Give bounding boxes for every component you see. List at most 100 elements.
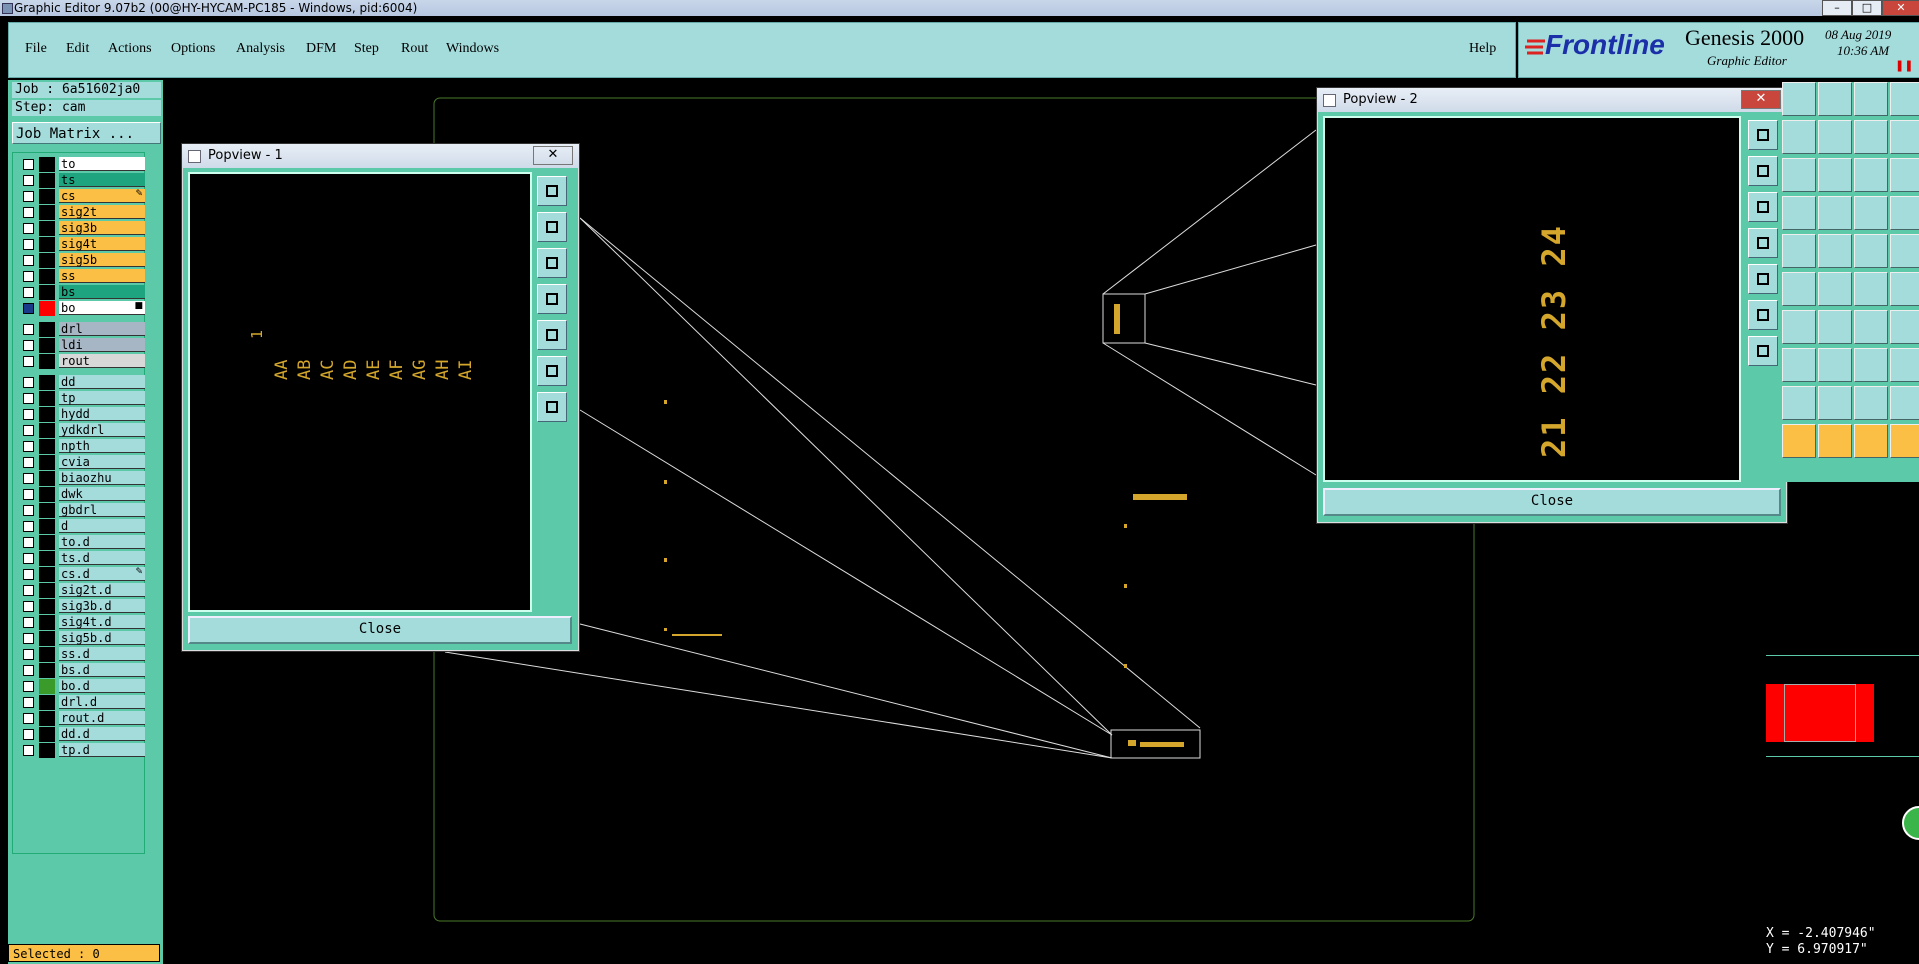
pan-left-icon [546,293,558,305]
node-icon[interactable] [1890,272,1919,306]
popview-2-canvas[interactable]: 21 22 23 24 [1323,116,1741,482]
pan-down-icon[interactable] [537,248,567,278]
select-icon[interactable] [1782,424,1816,458]
zoom-home-icon[interactable] [1748,120,1778,150]
ruler-icon[interactable] [1782,158,1816,192]
snapshot-icon[interactable] [1818,82,1852,116]
popview-2-numbers: 21 22 23 24 [1535,224,1573,458]
pointer2-icon[interactable] [1854,424,1888,458]
popview-1-label: AC [318,359,338,380]
popview-1-titlebar[interactable]: Popview - 1 ✕ [182,144,579,168]
zoom-fit-icon[interactable] [537,392,567,422]
home-icon[interactable] [1854,82,1888,116]
window-icon [188,150,201,163]
slash-icon[interactable] [1818,310,1852,344]
zoom-in-icon [1757,309,1769,321]
cursor-coordinates: X = -2.407946" Y = 6.970917" [1766,926,1919,964]
pan-icon[interactable] [1818,158,1852,192]
popview-1-number: 1 [248,329,266,339]
align-icon[interactable] [1854,348,1888,382]
overview-panel [1766,655,1919,926]
pan-up-icon [1757,165,1769,177]
save-icon[interactable] [1818,120,1852,154]
status-indicator-icon[interactable] [1902,806,1919,840]
popview-1-title: Popview - 1 [208,148,283,163]
coord-x: X = -2.407946" [1766,926,1876,941]
help-icon[interactable] [1890,158,1919,192]
layers-icon[interactable] [1854,196,1888,230]
cursor-icon[interactable] [1782,234,1816,268]
cut-icon[interactable] [1782,348,1816,382]
zoom-fit-icon[interactable] [1748,336,1778,366]
pan-up-icon[interactable] [1748,156,1778,186]
pad-icon[interactable] [1890,234,1919,268]
popview-2-window[interactable]: Popview - 2 ✕ 21 22 23 24 Close [1316,87,1788,524]
probe-icon[interactable] [1818,196,1852,230]
delete-icon[interactable] [1818,272,1852,306]
tri-icon[interactable] [1782,386,1816,420]
popview-1-label: AF [387,359,407,380]
pan-down-icon[interactable] [1748,192,1778,222]
popview-1-canvas[interactable]: 1 AA AB AC AD AE AF AG AH AI [188,172,532,612]
zoom-in-icon[interactable] [1748,300,1778,330]
zoom-in-icon [546,365,558,377]
edge-icon[interactable] [1782,310,1816,344]
pcb-features [664,304,1187,747]
zoom-home-icon[interactable] [537,176,567,206]
popview-2-titlebar[interactable]: Popview - 2 ✕ [1317,88,1787,112]
layout-icon[interactable] [1890,82,1919,116]
angle-icon[interactable] [1818,234,1852,268]
shapes-icon[interactable] [1890,348,1919,382]
cross-icon[interactable] [1782,272,1816,306]
popview-1-label: AE [364,359,384,380]
grid-icon[interactable] [1890,196,1919,230]
zoom-line [1144,342,1317,386]
zoom-region-2 [1102,293,1146,344]
flag-icon[interactable] [1890,310,1919,344]
pan-right-icon[interactable] [537,320,567,350]
popview-2-close-button[interactable]: Close [1323,488,1781,516]
window-icon [1323,94,1336,107]
zoom-line [1102,342,1317,476]
popview-1-label: AG [410,359,430,380]
zoom-line [1102,129,1317,295]
measure-icon[interactable] [1782,196,1816,230]
zoom-line [444,651,1113,759]
popview-1-label: AH [433,359,453,380]
overview-map[interactable] [1766,656,1919,757]
tri3-icon[interactable] [1854,386,1888,420]
popview-1-close-x[interactable]: ✕ [533,146,573,165]
zoom-home-icon [546,185,558,197]
zoom-in-icon[interactable] [537,356,567,386]
zoom-line [1144,244,1317,295]
arc-icon[interactable] [1854,310,1888,344]
pan-left-icon[interactable] [1748,228,1778,258]
tri2-icon[interactable] [1818,386,1852,420]
popview-1-label: AA [272,359,292,380]
popview-1-window[interactable]: Popview - 1 ✕ 1 AA AB AC AD AE AF AG AH AI Close [181,143,580,652]
popview-1-close-button[interactable]: Close [188,616,572,644]
line-icon[interactable] [1854,234,1888,268]
pan-right-icon [1757,273,1769,285]
popview-1-label: AB [295,359,315,380]
pan-up-icon [546,221,558,233]
swap-icon[interactable] [1854,120,1888,154]
tri4-icon[interactable] [1890,386,1919,420]
overview-viewport[interactable] [1784,684,1856,742]
popview-1-toolbar [534,172,572,612]
connect-icon[interactable] [1854,272,1888,306]
popview-2-close-x[interactable]: ✕ [1741,90,1781,109]
scale-icon[interactable] [1854,158,1888,192]
net-icon[interactable] [1890,424,1919,458]
step-icon[interactable] [1782,120,1816,154]
pan-right-icon[interactable] [1748,264,1778,294]
pan-down-icon [546,257,558,269]
zoom-icon[interactable] [1782,82,1816,116]
popview-2-toolbar [1745,116,1783,486]
pan-left-icon [1757,237,1769,249]
pan-up-icon[interactable] [537,212,567,242]
pointer-icon[interactable] [1818,424,1852,458]
pan-left-icon[interactable] [537,284,567,314]
stack-icon[interactable] [1890,120,1919,154]
minus-icon[interactable] [1818,348,1852,382]
